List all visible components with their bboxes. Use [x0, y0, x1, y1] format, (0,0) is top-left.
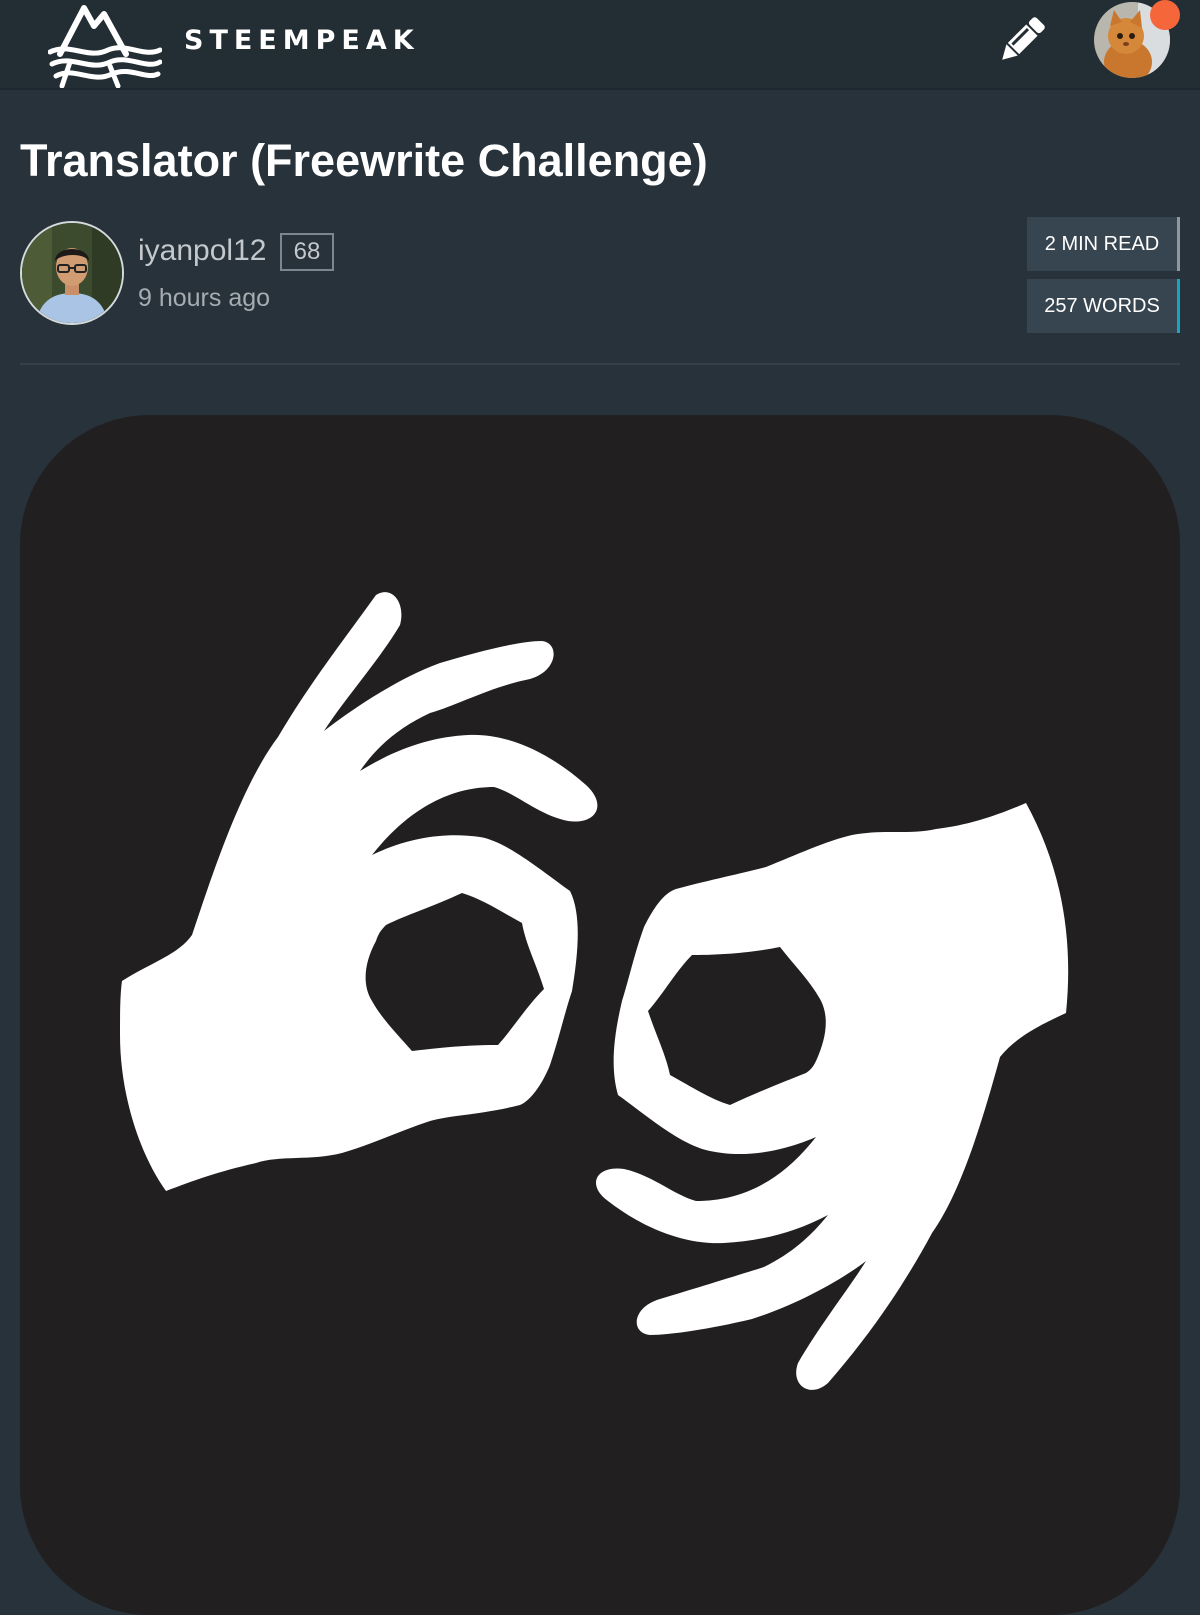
top-navigation-bar: STEEMPEAK	[0, 0, 1200, 90]
author-avatar[interactable]	[20, 221, 124, 325]
post-title: Translator (Freewrite Challenge)	[20, 135, 708, 186]
post-timestamp: 9 hours ago	[138, 284, 271, 312]
word-count-badge: 257 WORDS	[1027, 279, 1180, 333]
author-name-link[interactable]: iyanpol12	[138, 232, 266, 270]
sign-language-hands-icon	[120, 592, 1069, 1390]
steempeak-logo-icon[interactable]	[47, 0, 163, 89]
brand-name[interactable]: STEEMPEAK	[184, 24, 420, 58]
read-time-badge: 2 MIN READ	[1027, 217, 1180, 271]
write-post-pencil-icon[interactable]	[994, 12, 1050, 68]
notification-badge[interactable]	[1150, 0, 1180, 30]
reputation-badge: 68	[280, 233, 334, 271]
post-image[interactable]	[20, 415, 1180, 1615]
header-divider	[20, 363, 1180, 365]
